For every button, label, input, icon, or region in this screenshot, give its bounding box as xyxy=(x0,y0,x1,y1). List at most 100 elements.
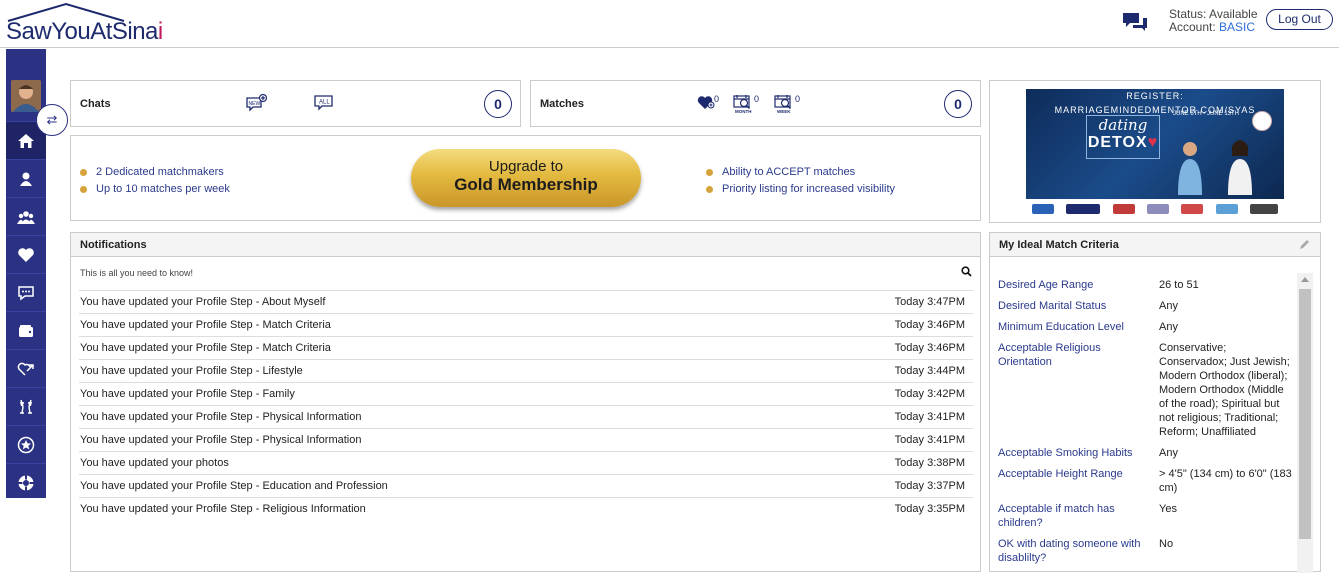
sidebar: ⇄ xyxy=(6,49,68,501)
ad-panel: REGISTER: MARRIAGEMINDEDMENTOR.COM/SYAS … xyxy=(989,80,1321,223)
notifications-panel: Notifications This is all you need to kn… xyxy=(70,232,981,572)
ad-title-box: dating DETOX♥ xyxy=(1086,115,1160,159)
all-chats-icon[interactable]: ALL xyxy=(314,94,334,112)
benefit-item: Priority listing for increased visibilit… xyxy=(706,181,895,198)
new-chats-icon[interactable]: NEW xyxy=(246,94,268,114)
sidebar-item-referrals[interactable] xyxy=(6,349,46,387)
notifications-subtitle: This is all you need to know! xyxy=(80,268,194,278)
notification-row[interactable]: You have updated your Profile Step - Phy… xyxy=(79,405,973,428)
ad-sponsor-logos xyxy=(1026,201,1284,217)
weekly-matches-icon[interactable]: WEEK xyxy=(774,94,796,114)
notification-time: Today 3:47PM xyxy=(894,296,965,308)
edit-pencil-icon[interactable] xyxy=(1298,239,1310,251)
monthly-matches-icon[interactable]: MONTH xyxy=(733,94,755,114)
notification-row[interactable]: You have updated your Profile Step - Mat… xyxy=(79,336,973,359)
sidebar-item-premium[interactable] xyxy=(6,425,46,463)
site-logo[interactable]: SawYouAtSinai xyxy=(6,2,166,45)
heart-arrow-icon xyxy=(17,362,34,376)
top-bar: SawYouAtSinai Status: Available Account:… xyxy=(0,0,1339,48)
notification-time: Today 3:42PM xyxy=(894,388,965,400)
notification-row[interactable]: You have updated your photos Today 3:38PM xyxy=(79,451,973,474)
matches-panel: Matches 0 MONTH 0 WEEK 0 0 xyxy=(530,80,981,127)
notification-time: Today 3:44PM xyxy=(894,365,965,377)
ad-person-woman xyxy=(1226,137,1254,195)
heart-plus-icon[interactable] xyxy=(697,94,715,110)
criteria-row: Desired Age Range 26 to 51 xyxy=(998,279,1199,291)
ad-headline: REGISTER: MARRIAGEMINDEDMENTOR.COM/SYAS xyxy=(1054,91,1256,115)
logout-button[interactable]: Log Out xyxy=(1266,9,1333,30)
ad-title: DETOX♥ xyxy=(1087,134,1159,151)
week-count: 0 xyxy=(795,94,801,104)
notification-row[interactable]: You have updated your Profile Step - Rel… xyxy=(79,497,973,520)
ad-dates: JUNE 6TH - JUNE 13TH xyxy=(1173,111,1240,117)
ad-mentor-photo xyxy=(1252,111,1272,131)
notification-time: Today 3:37PM xyxy=(894,480,965,492)
chats-title: Chats xyxy=(80,98,111,110)
champagne-icon xyxy=(20,399,32,414)
benefit-item: Up to 10 matches per week xyxy=(80,181,230,198)
heart-icon xyxy=(18,247,34,262)
notification-row[interactable]: You have updated your Profile Step - Fam… xyxy=(79,382,973,405)
notification-row[interactable]: You have updated your Profile Step - Phy… xyxy=(79,428,973,451)
sidebar-toggle-button[interactable]: ⇄ xyxy=(36,104,68,136)
benefit-item: Ability to ACCEPT matches xyxy=(706,164,895,181)
wallet-icon xyxy=(19,324,33,337)
notification-time: Today 3:46PM xyxy=(894,342,965,354)
sidebar-item-help[interactable] xyxy=(6,463,46,501)
matches-title: Matches xyxy=(540,98,585,110)
account-level-link[interactable]: BASIC xyxy=(1219,20,1255,34)
criteria-scrollbar[interactable] xyxy=(1297,273,1313,573)
chats-count[interactable]: 0 xyxy=(484,90,512,118)
criteria-list: Desired Age Range 26 to 51 Desired Marita… xyxy=(998,278,1296,572)
notification-row[interactable]: You have updated your Profile Step - Edu… xyxy=(79,474,973,497)
star-circle-icon xyxy=(17,436,35,453)
sponsor-logo xyxy=(1066,204,1101,214)
notification-row[interactable]: You have updated your Profile Step - Mat… xyxy=(79,313,973,336)
upgrade-panel: 2 Dedicated matchmakers Up to 10 matches… xyxy=(70,135,981,221)
messages-icon[interactable] xyxy=(1121,10,1149,36)
notifications-list: You have updated your Profile Step - Abo… xyxy=(79,290,973,520)
sponsor-logo xyxy=(1215,204,1238,214)
matches-count[interactable]: 0 xyxy=(944,90,972,118)
svg-text:NEW: NEW xyxy=(249,101,261,107)
search-icon[interactable] xyxy=(961,266,972,277)
criteria-row: OK with dating someone with disablilty? N… xyxy=(998,538,1174,564)
svg-text:ALL: ALL xyxy=(319,100,330,106)
match-criteria-panel: My Ideal Match Criteria Desired Age Rang… xyxy=(989,232,1321,573)
ad-person-man xyxy=(1176,139,1204,195)
gold-benefits-left: 2 Dedicated matchmakers Up to 10 matches… xyxy=(80,164,230,198)
svg-text:WEEK: WEEK xyxy=(777,109,791,114)
notification-time: Today 3:38PM xyxy=(894,457,965,469)
sidebar-item-members[interactable] xyxy=(6,197,46,235)
notification-row[interactable]: You have updated your Profile Step - Abo… xyxy=(79,290,973,313)
sponsor-logo xyxy=(1146,204,1169,214)
sidebar-item-chats[interactable] xyxy=(6,273,46,311)
group-icon xyxy=(17,210,35,224)
criteria-row: Acceptable Smoking Habits Any xyxy=(998,447,1178,459)
scroll-thumb[interactable] xyxy=(1299,289,1311,539)
sidebar-item-profile[interactable] xyxy=(6,159,46,197)
criteria-title: My Ideal Match Criteria xyxy=(999,239,1119,251)
notification-row[interactable]: You have updated your Profile Step - Lif… xyxy=(79,359,973,382)
notification-time: Today 3:41PM xyxy=(894,411,965,423)
criteria-row: Acceptable Height Range > 4'5" (134 cm) t… xyxy=(998,468,1292,494)
scroll-up-arrow-icon[interactable] xyxy=(1301,277,1309,282)
chat-bubble-icon xyxy=(18,285,34,300)
ad-banner[interactable]: REGISTER: MARRIAGEMINDEDMENTOR.COM/SYAS … xyxy=(1026,89,1284,199)
heart-count: 0 xyxy=(714,94,720,104)
sponsor-logo xyxy=(1181,204,1204,214)
account-status: Status: Available Account: BASIC xyxy=(1169,7,1258,34)
criteria-row: Acceptable Religious Orientation Conserva… xyxy=(998,342,1290,438)
chats-panel: Chats NEW ALL 0 xyxy=(70,80,521,127)
lifebuoy-icon xyxy=(18,475,34,490)
notification-time: Today 3:46PM xyxy=(894,319,965,331)
sponsor-logo xyxy=(1032,204,1055,214)
criteria-row: Acceptable if match has children? Yes xyxy=(998,503,1177,529)
sidebar-item-success-stories[interactable] xyxy=(6,387,46,425)
upgrade-gold-button[interactable]: Upgrade to Gold Membership xyxy=(411,149,641,207)
sidebar-item-matches[interactable] xyxy=(6,235,46,273)
avatar[interactable] xyxy=(11,80,41,112)
svg-text:MONTH: MONTH xyxy=(735,109,752,114)
sidebar-item-wallet[interactable] xyxy=(6,311,46,349)
notifications-title: Notifications xyxy=(80,239,147,251)
